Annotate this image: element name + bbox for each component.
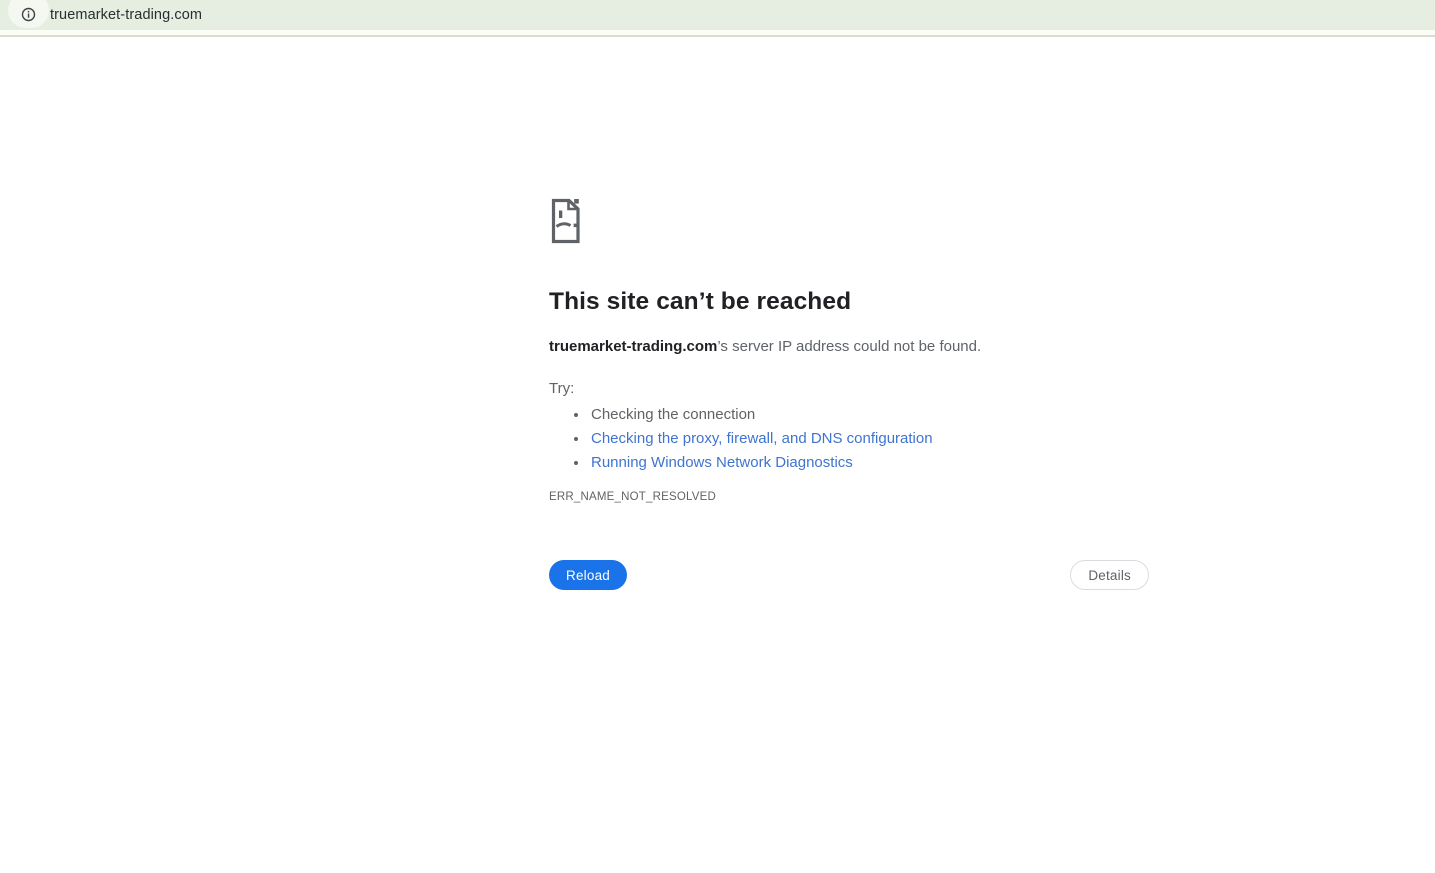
list-item-checking-connection: Checking the connection <box>589 403 1149 427</box>
sad-file-icon <box>551 198 580 244</box>
browser-address-bar[interactable]: truemarket-trading.com <box>0 0 1435 30</box>
details-button[interactable]: Details <box>1070 560 1149 590</box>
reload-button[interactable]: Reload <box>549 560 627 590</box>
error-message-rest: ’s server IP address could not be found. <box>717 338 982 355</box>
list-item-network-diagnostics: Running Windows Network Diagnostics <box>589 451 1149 475</box>
suggestion-text: Checking the connection <box>591 406 756 423</box>
url-text[interactable]: truemarket-trading.com <box>50 0 202 30</box>
error-code: ERR_NAME_NOT_RESOLVED <box>549 491 716 503</box>
proxy-firewall-dns-link[interactable]: Checking the proxy, firewall, and DNS co… <box>591 430 933 447</box>
suggestion-list: Checking the connection Checking the pro… <box>549 403 1149 475</box>
list-item-proxy-firewall-dns: Checking the proxy, firewall, and DNS co… <box>589 427 1149 451</box>
button-row: Reload Details <box>549 560 1149 590</box>
error-message: truemarket-trading.com’s server IP addre… <box>549 337 1149 357</box>
page-title: This site can’t be reached <box>549 288 852 315</box>
toolbar-lower-strip <box>0 30 1435 37</box>
error-domain: truemarket-trading.com <box>549 338 718 355</box>
info-icon[interactable] <box>21 7 36 22</box>
windows-network-diagnostics-link[interactable]: Running Windows Network Diagnostics <box>591 454 853 471</box>
error-page-content: This site can’t be reached truemarket-tr… <box>549 197 1149 590</box>
try-label: Try: <box>549 380 575 397</box>
